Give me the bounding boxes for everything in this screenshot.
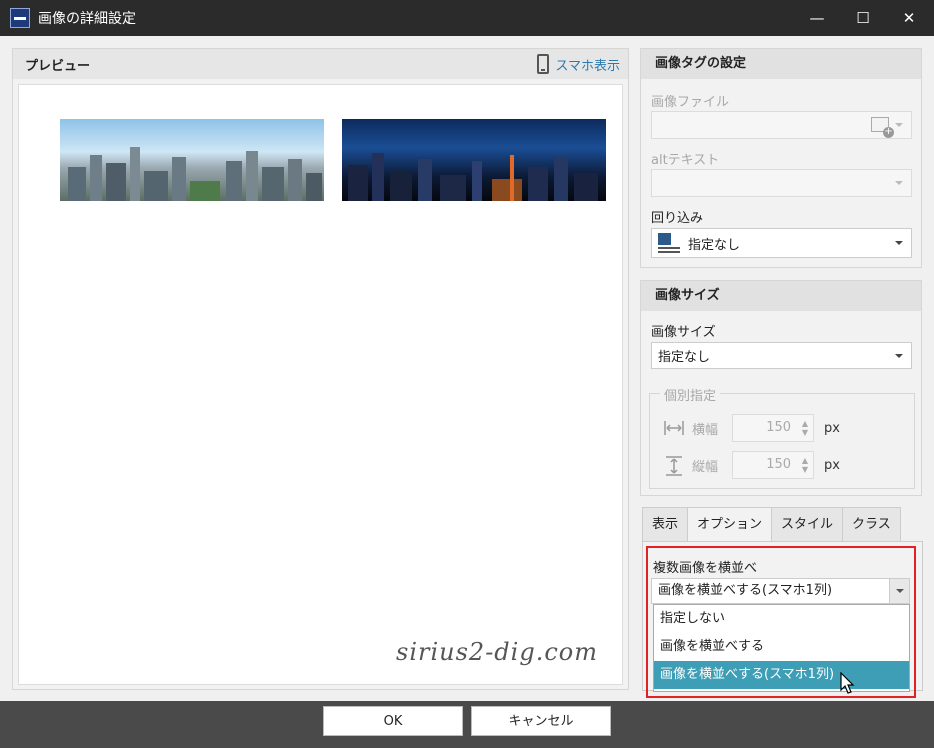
- preview-area: sirius2-dig.com: [18, 84, 623, 685]
- preview-image-day-city: [60, 119, 324, 201]
- height-icon: [664, 456, 684, 476]
- preview-title: プレビュー: [25, 58, 91, 74]
- tab-style[interactable]: スタイル: [771, 507, 844, 542]
- individual-size-group: 個別指定 横幅 150 ▲ ▼ px 縦幅 150 ▲ ▼ px: [649, 385, 915, 489]
- width-unit: px: [824, 420, 840, 436]
- footer-bar: [0, 701, 934, 748]
- alt-text-field: [651, 169, 912, 197]
- app-icon: [10, 8, 30, 28]
- height-label: 縦幅: [692, 459, 719, 475]
- tab-options[interactable]: オプション: [687, 507, 773, 542]
- chevron-down-icon: [895, 354, 903, 358]
- image-tag-section: 画像タグの設定 画像ファイル altテキスト 回り込み 指定なし: [640, 48, 922, 268]
- multi-image-label: 複数画像を横並べ: [653, 561, 758, 576]
- wrap-label: 回り込み: [651, 211, 704, 226]
- dropdown-item-none[interactable]: 指定しない: [654, 605, 909, 633]
- wrap-select-value: 指定なし: [688, 237, 741, 253]
- width-icon: [664, 419, 684, 437]
- multi-image-select-value: 画像を横並べする(スマホ1列): [658, 583, 833, 598]
- chevron-down-icon[interactable]: [889, 579, 909, 603]
- width-row: 横幅 150 ▲ ▼ px: [664, 414, 840, 442]
- image-size-section: 画像サイズ 画像サイズ 指定なし 個別指定 横幅 150 ▲ ▼ px 縦幅 15…: [640, 280, 922, 496]
- smartphone-icon: [537, 54, 550, 74]
- add-image-icon: [871, 117, 894, 138]
- image-file-field: [651, 111, 912, 139]
- preview-panel: プレビュー スマホ表示 sirius2-dig.com: [12, 48, 629, 690]
- watermark-text: sirius2-dig.com: [396, 638, 598, 666]
- minimize-button[interactable]: —: [794, 0, 840, 36]
- height-value: 150: [766, 457, 792, 472]
- chevron-down-icon: [895, 123, 903, 127]
- dropdown-item-side-by-side[interactable]: 画像を横並べする: [654, 633, 909, 661]
- height-row: 縦幅 150 ▲ ▼ px: [664, 451, 840, 479]
- wrap-select[interactable]: 指定なし: [651, 228, 912, 258]
- alt-text-label: altテキスト: [651, 153, 720, 168]
- height-unit: px: [824, 457, 840, 473]
- tab-class[interactable]: クラス: [842, 507, 901, 542]
- cancel-button[interactable]: キャンセル: [471, 706, 611, 736]
- smartphone-view-label: スマホ表示: [555, 58, 620, 74]
- image-size-value: 指定なし: [658, 350, 711, 365]
- height-input: 150 ▲ ▼: [732, 451, 815, 479]
- width-label: 横幅: [692, 422, 719, 438]
- tab-display[interactable]: 表示: [642, 507, 689, 542]
- image-tag-header: 画像タグの設定: [641, 49, 921, 79]
- image-size-header: 画像サイズ: [641, 281, 921, 311]
- settings-tabs: 表示 オプション スタイル クラス: [642, 507, 901, 542]
- chevron-down-icon: [895, 241, 903, 245]
- preview-header: プレビュー スマホ表示: [13, 49, 628, 79]
- image-file-label: 画像ファイル: [651, 95, 730, 110]
- width-spin-arrows: ▲ ▼: [801, 419, 809, 437]
- title-bar: 画像の詳細設定 — ☐ ✕: [0, 0, 934, 36]
- image-size-label: 画像サイズ: [651, 325, 716, 340]
- smartphone-view-link[interactable]: スマホ表示: [537, 54, 620, 74]
- window-title: 画像の詳細設定: [38, 11, 136, 27]
- maximize-button[interactable]: ☐: [840, 0, 886, 36]
- close-button[interactable]: ✕: [886, 0, 932, 36]
- image-size-select[interactable]: 指定なし: [651, 342, 912, 369]
- chevron-down-icon: [895, 181, 903, 185]
- width-input: 150 ▲ ▼: [732, 414, 815, 442]
- ok-button[interactable]: OK: [323, 706, 463, 736]
- individual-size-legend: 個別指定: [660, 385, 721, 404]
- preview-image-night-city: [342, 119, 606, 201]
- width-value: 150: [766, 420, 792, 435]
- multi-image-select[interactable]: 画像を横並べする(スマホ1列): [651, 578, 910, 604]
- multi-image-dropdown: 指定しない 画像を横並べする 画像を横並べする(スマホ1列): [653, 604, 910, 692]
- text-wrap-icon: [658, 233, 680, 253]
- height-spin-arrows: ▲ ▼: [801, 456, 809, 474]
- dropdown-item-side-by-side-mobile[interactable]: 画像を横並べする(スマホ1列): [654, 661, 909, 689]
